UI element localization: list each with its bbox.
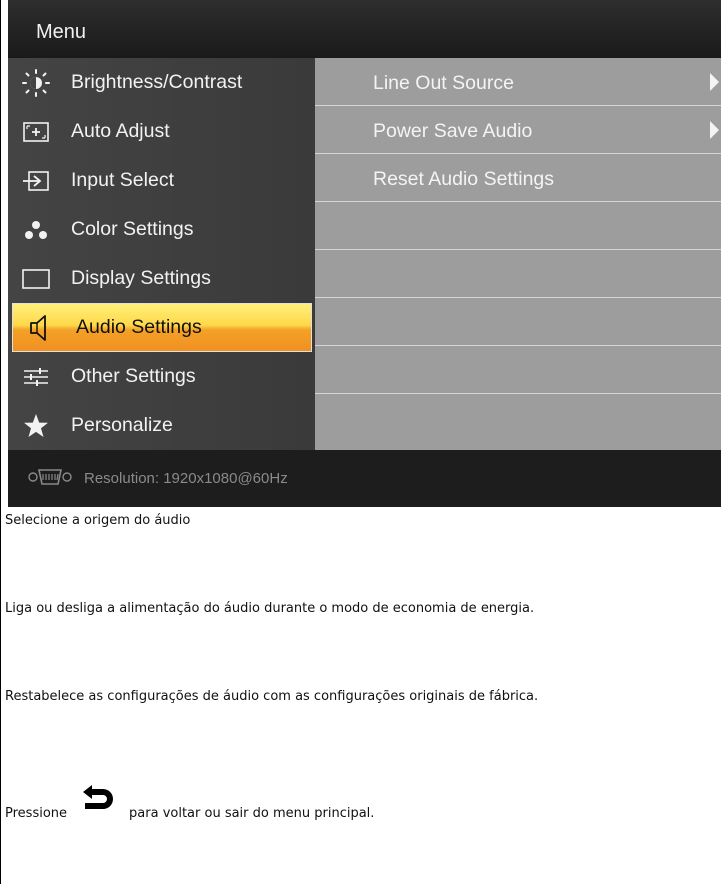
submenu-item-power-save-audio[interactable]: Power Save Audio [315,106,721,154]
auto-adjust-icon [19,121,53,142]
star-icon [19,413,53,439]
status-bar: Resolution: 1920x1080@60Hz [8,450,721,507]
return-text-after: para voltar ou sair do menu principal. [129,806,375,821]
submenu-item-label: Power Save Audio [373,120,533,142]
menu-title: Menu [8,0,721,58]
description-power-save-audio: Liga ou desliga a alimentação do áudio d… [5,601,535,616]
sidebar-item-label: Audio Settings [76,316,202,338]
sidebar-item-label: Auto Adjust [71,120,170,142]
return-arrow-icon [81,783,115,815]
submenu-item-reset-audio-settings[interactable]: Reset Audio Settings [315,154,721,202]
sidebar-item-display-settings[interactable]: Display Settings [8,254,315,303]
submenu-item-line-out-source[interactable]: Line Out Source [315,58,721,106]
input-arrow-icon [19,170,53,192]
sidebar-item-color-settings[interactable]: Color Settings [8,205,315,254]
chevron-right-icon [710,73,719,91]
sidebar-item-audio-settings[interactable]: Audio Settings [12,303,312,352]
sidebar-item-label: Other Settings [71,365,196,387]
sidebar-item-auto-adjust[interactable]: Auto Adjust [8,107,315,156]
sidebar-item-personalize[interactable]: Personalize [8,401,315,450]
sidebar-item-label: Color Settings [71,218,194,240]
sliders-icon [19,366,53,388]
submenu-empty-row [315,394,721,450]
vga-connector-icon [28,467,72,491]
submenu-item-label: Reset Audio Settings [373,168,555,190]
sidebar-item-input-select[interactable]: Input Select [8,156,315,205]
return-instruction: Pressione para voltar ou sair do menu pr… [5,785,375,821]
page-left-border [0,0,1,884]
sidebar-item-label: Input Select [71,169,174,191]
submenu-empty-row [315,346,721,394]
sidebar-item-label: Brightness/Contrast [71,71,243,93]
dots-icon [19,219,53,241]
speaker-icon [24,314,58,342]
sidebar: Brightness/Contrast Auto Adjust Input Se… [8,58,315,450]
submenu-panel: Line Out Source Power Save Audio Reset A… [315,58,721,450]
sidebar-item-other-settings[interactable]: Other Settings [8,352,315,401]
display-rect-icon [19,268,53,289]
sidebar-item-label: Display Settings [71,267,211,289]
return-text-before: Pressione [5,806,68,821]
submenu-empty-row [315,298,721,346]
resolution-text: Resolution: 1920x1080@60Hz [84,470,288,487]
chevron-right-icon [710,121,719,139]
submenu-empty-row [315,250,721,298]
description-reset-audio-settings: Restabelece as configurações de áudio co… [5,689,539,704]
sun-icon [19,68,53,97]
description-line-out-source: Selecione a origem do áudio [5,513,191,528]
submenu-empty-row [315,202,721,250]
osd-menu: Menu Brightness/Contrast Auto Adjust Inp… [8,0,721,507]
sidebar-item-label: Personalize [71,414,173,436]
submenu-item-label: Line Out Source [373,72,514,94]
sidebar-item-brightness-contrast[interactable]: Brightness/Contrast [8,58,315,107]
